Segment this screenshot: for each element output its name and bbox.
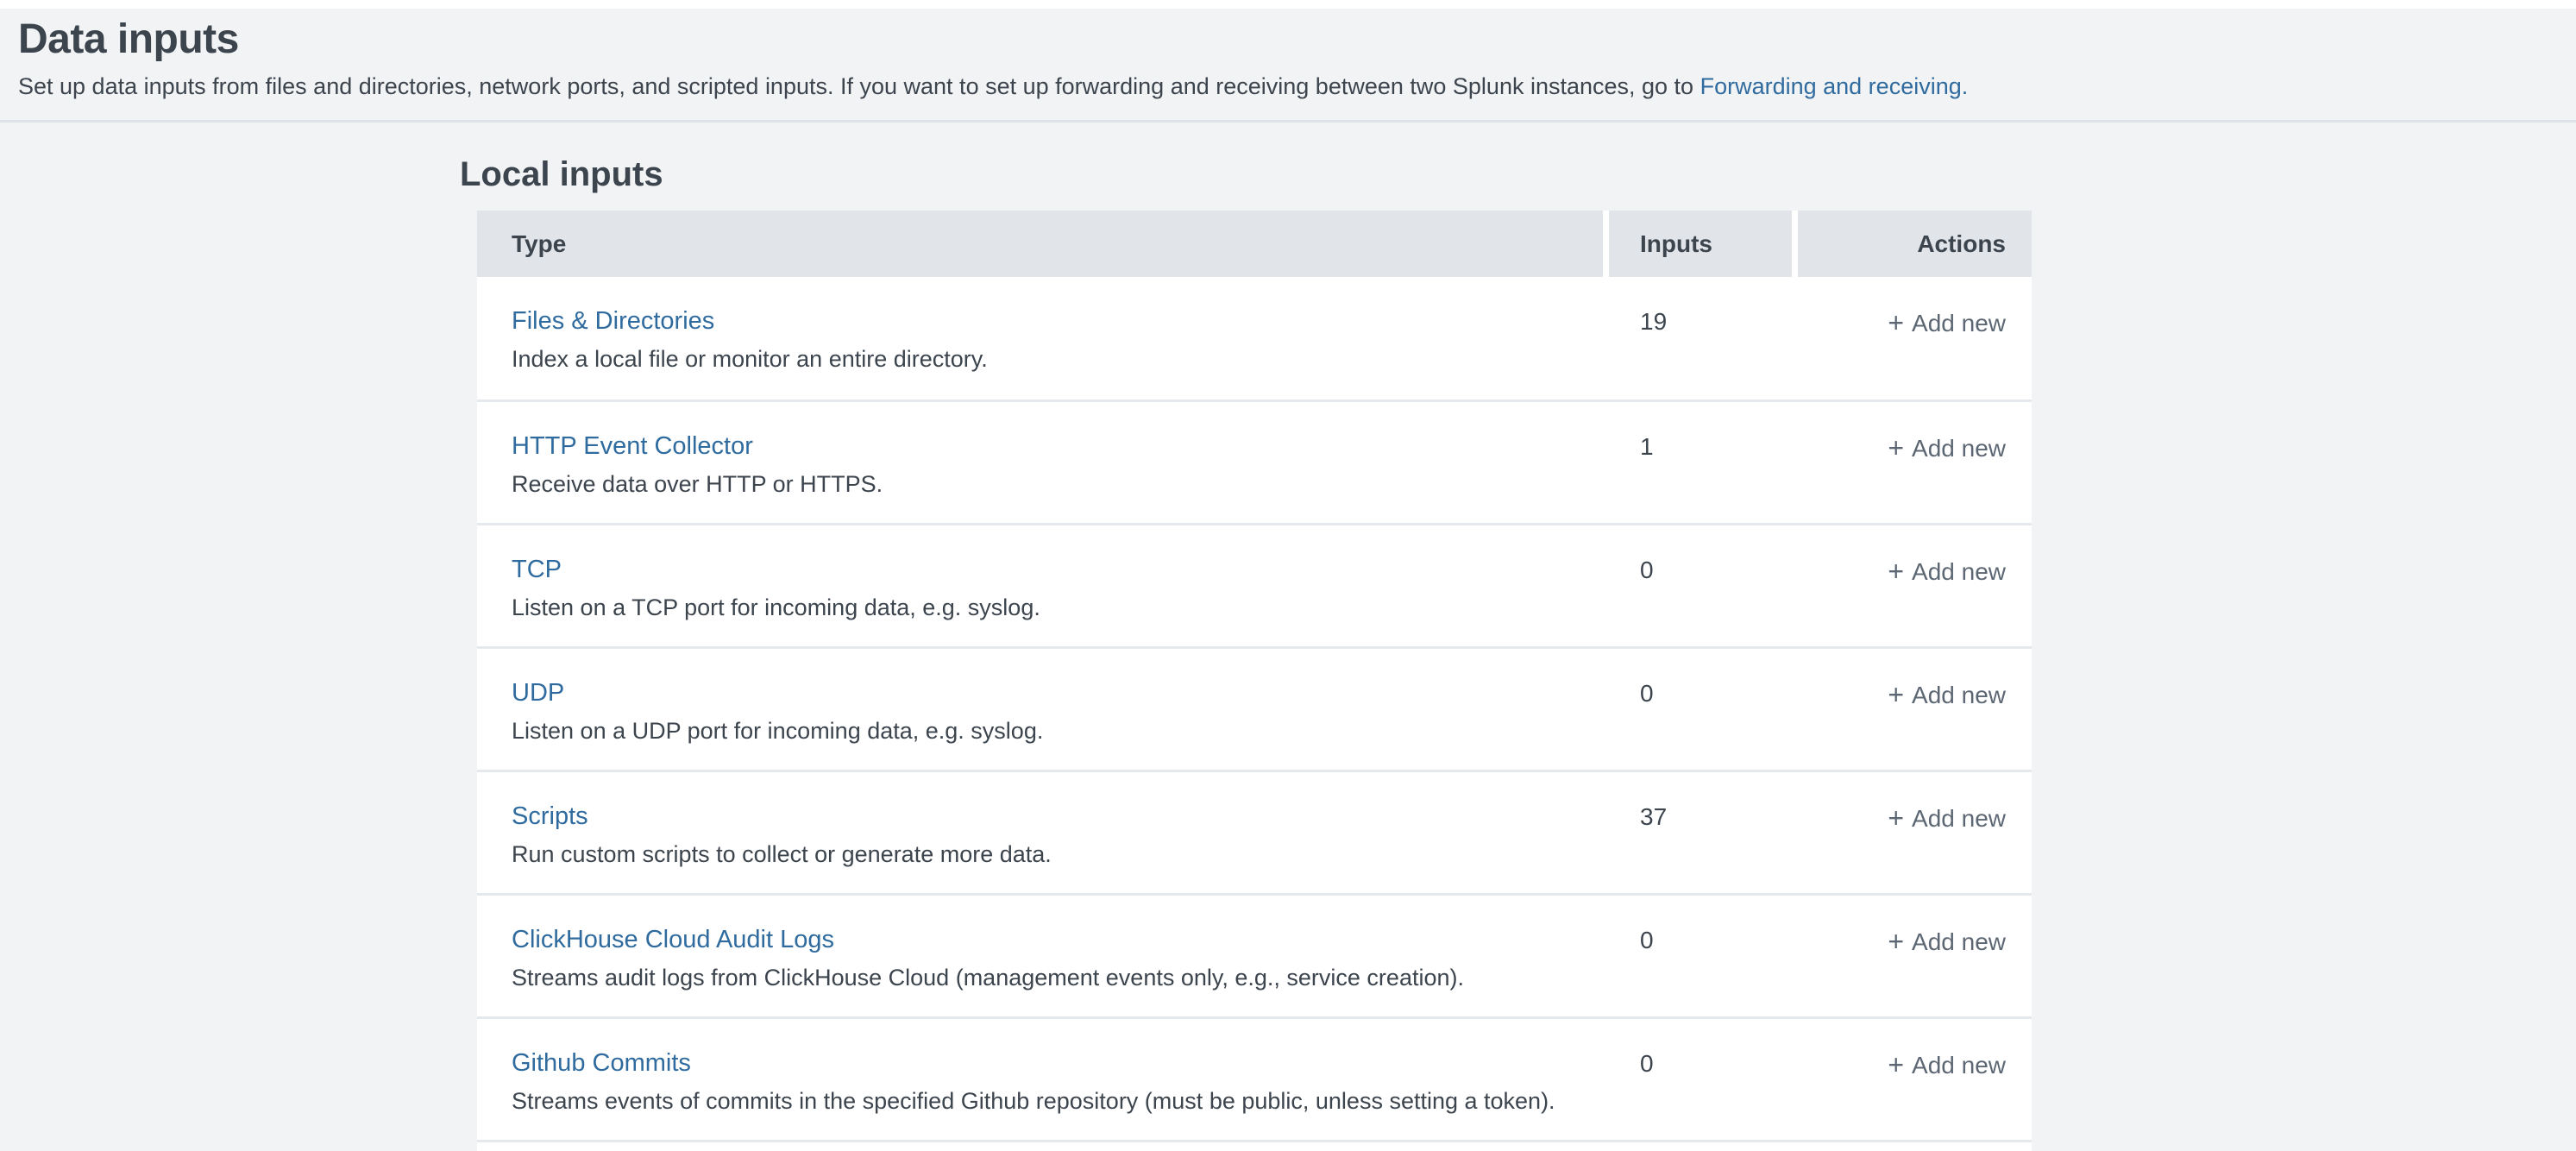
plus-icon: + xyxy=(1888,926,1904,957)
plus-icon: + xyxy=(1888,802,1904,833)
page-subtitle: Set up data inputs from files and direct… xyxy=(18,72,2541,101)
input-type-description: Streams events of commits in the specifi… xyxy=(512,1086,1603,1116)
input-type-link[interactable]: UDP xyxy=(512,678,564,708)
table-row: Files & Directories Index a local file o… xyxy=(477,277,2032,399)
add-new-link[interactable]: + Add new xyxy=(1888,310,2006,336)
plus-icon: + xyxy=(1888,679,1904,710)
plus-icon: + xyxy=(1888,556,1904,587)
input-type-description: Receive data over HTTP or HTTPS. xyxy=(512,469,1603,499)
input-type-link[interactable]: Files & Directories xyxy=(512,306,714,336)
input-type-link[interactable]: Scripts xyxy=(512,802,588,831)
add-new-link[interactable]: + Add new xyxy=(1888,805,2006,832)
inputs-count: 0 xyxy=(1609,649,1792,770)
add-new-label: Add new xyxy=(1912,682,2006,708)
type-cell: Scripts Run custom scripts to collect or… xyxy=(477,772,1603,893)
actions-cell: + Add new xyxy=(1798,277,2032,399)
actions-cell: + Add new xyxy=(1798,772,2032,893)
inputs-count: 19 xyxy=(1609,277,1792,399)
table-row: HTTP Event Collector Receive data over H… xyxy=(477,399,2032,523)
table-row: UDP Listen on a UDP port for incoming da… xyxy=(477,646,2032,770)
page-header: Data inputs Set up data inputs from file… xyxy=(0,9,2576,123)
input-type-link[interactable]: HTTP Event Collector xyxy=(512,431,753,461)
column-header-actions: Actions xyxy=(1798,211,2032,277)
input-type-link[interactable]: ClickHouse Cloud Audit Logs xyxy=(512,925,834,954)
add-new-link[interactable]: + Add new xyxy=(1888,558,2006,585)
add-new-label: Add new xyxy=(1912,805,2006,832)
table-row: Github Commits Streams events of commits… xyxy=(477,1016,2032,1140)
add-new-label: Add new xyxy=(1912,928,2006,955)
actions-cell: + Add new xyxy=(1798,525,2032,646)
add-new-link[interactable]: + Add new xyxy=(1888,928,2006,955)
input-type-description: Index a local file or monitor an entire … xyxy=(512,344,1603,374)
column-header-inputs: Inputs xyxy=(1609,211,1792,277)
inputs-count: 1 xyxy=(1609,402,1792,523)
type-cell: Github Commits Streams events of commits… xyxy=(477,1019,1603,1140)
inputs-count: 0 xyxy=(1609,896,1792,1016)
input-type-description: Streams audit logs from ClickHouse Cloud… xyxy=(512,963,1603,992)
page-title: Data inputs xyxy=(18,16,2541,64)
top-edge-strip xyxy=(0,0,2576,9)
table-row: Scripts Run custom scripts to collect or… xyxy=(477,770,2032,893)
add-new-link[interactable]: + Add new xyxy=(1888,682,2006,708)
local-inputs-table: Type Inputs Actions Files & Directories … xyxy=(477,211,2032,1151)
page-subtitle-text: Set up data inputs from files and direct… xyxy=(18,73,1700,99)
input-type-link[interactable]: Github Commits xyxy=(512,1048,691,1078)
actions-cell: + Add new xyxy=(1798,402,2032,523)
add-new-label: Add new xyxy=(1912,558,2006,585)
type-cell: ClickHouse Cloud Audit Logs Streams audi… xyxy=(477,896,1603,1016)
input-type-description: Listen on a TCP port for incoming data, … xyxy=(512,593,1603,622)
inputs-count: 0 xyxy=(1609,1019,1792,1140)
input-type-description: Run custom scripts to collect or generat… xyxy=(512,840,1603,869)
actions-cell: + Add new xyxy=(1798,1019,2032,1140)
inputs-count: 0 xyxy=(1609,525,1792,646)
type-cell: HTTP Event Collector Receive data over H… xyxy=(477,402,1603,523)
add-new-label: Add new xyxy=(1912,310,2006,336)
add-new-label: Add new xyxy=(1912,1052,2006,1079)
table-row: TCP Listen on a TCP port for incoming da… xyxy=(477,523,2032,646)
input-type-link[interactable]: TCP xyxy=(512,555,562,584)
main-content: Local inputs Type Inputs Actions Files &… xyxy=(0,123,2576,1151)
section-title-local-inputs: Local inputs xyxy=(460,155,2576,193)
plus-icon: + xyxy=(1888,432,1904,463)
add-new-link[interactable]: + Add new xyxy=(1888,435,2006,462)
type-cell: Files & Directories Index a local file o… xyxy=(477,277,1603,399)
actions-cell: + Add new xyxy=(1798,649,2032,770)
add-new-link[interactable]: + Add new xyxy=(1888,1052,2006,1079)
table-body: Files & Directories Index a local file o… xyxy=(477,277,2032,1140)
column-header-type: Type xyxy=(477,211,1603,277)
actions-cell: + Add new xyxy=(1798,896,2032,1016)
type-cell: TCP Listen on a TCP port for incoming da… xyxy=(477,525,1603,646)
table-header-row: Type Inputs Actions xyxy=(477,211,2032,277)
plus-icon: + xyxy=(1888,307,1904,338)
plus-icon: + xyxy=(1888,1049,1904,1080)
inputs-count: 37 xyxy=(1609,772,1792,893)
input-type-description: Listen on a UDP port for incoming data, … xyxy=(512,716,1603,745)
table-row-partial xyxy=(477,1140,2032,1151)
table-row: ClickHouse Cloud Audit Logs Streams audi… xyxy=(477,893,2032,1016)
forwarding-and-receiving-link[interactable]: Forwarding and receiving. xyxy=(1700,73,1969,99)
add-new-label: Add new xyxy=(1912,435,2006,462)
type-cell: UDP Listen on a UDP port for incoming da… xyxy=(477,649,1603,770)
